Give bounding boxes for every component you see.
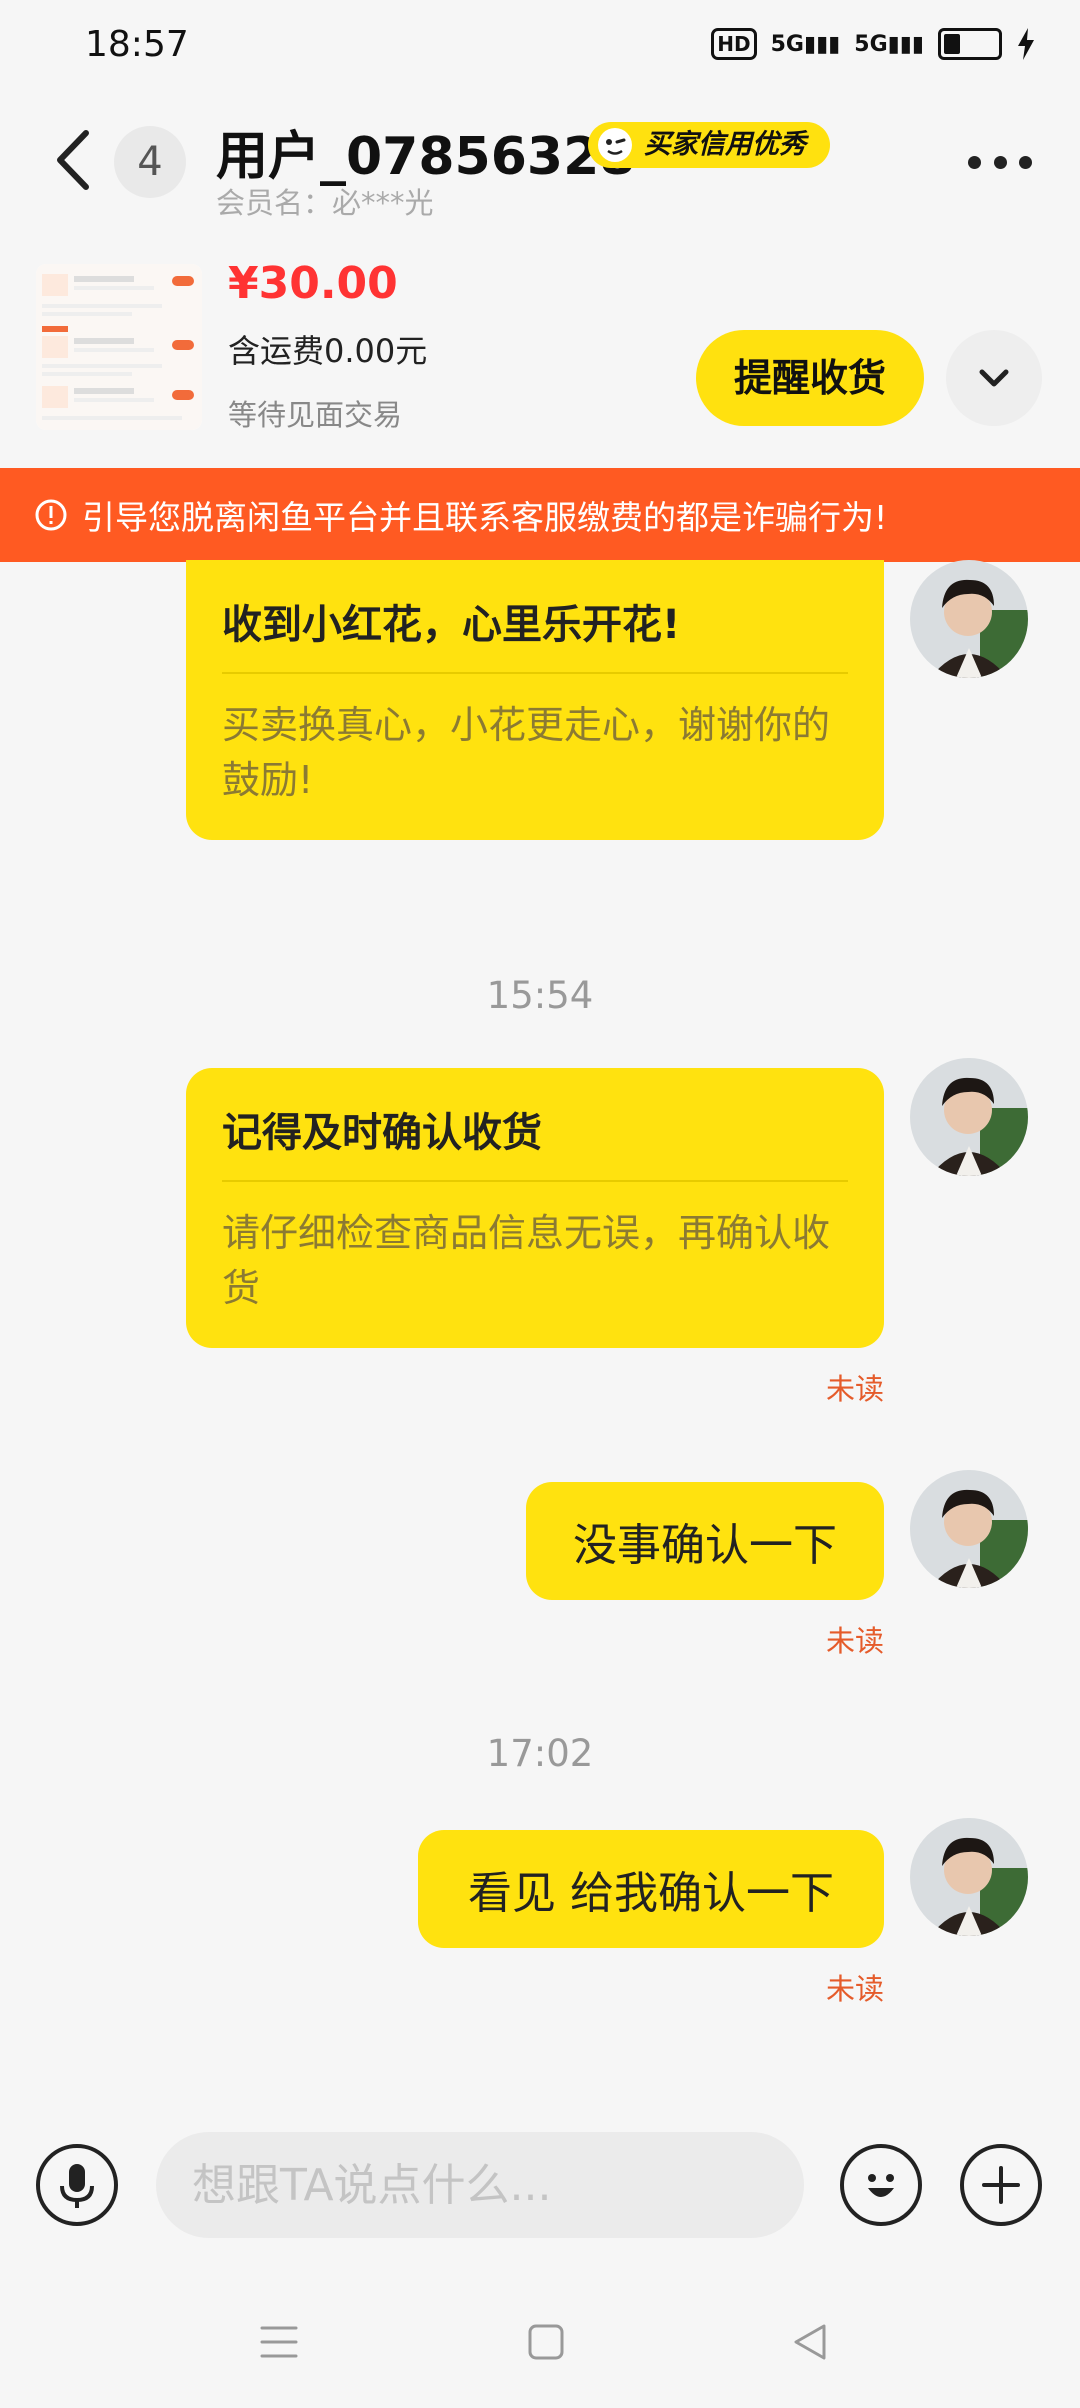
coupon-list-image xyxy=(36,264,202,430)
avatar[interactable] xyxy=(910,1470,1028,1588)
status-time: 18:57 xyxy=(85,24,189,65)
more-button[interactable] xyxy=(968,142,1032,182)
network-label: 5G xyxy=(770,31,804,57)
emoji-icon xyxy=(868,2174,894,2197)
credit-badge[interactable]: 买家信用优秀 xyxy=(588,122,830,168)
credit-badge-label: 买家信用优秀 xyxy=(644,129,806,160)
menu-nav-button[interactable] xyxy=(258,2322,300,2366)
mascot-icon xyxy=(598,128,632,162)
home-icon xyxy=(528,2324,564,2360)
fraud-warning-banner: 引导您脱离闲鱼平台并且联系客服缴费的都是诈骗行为! xyxy=(0,468,1080,562)
more-icon xyxy=(968,155,981,169)
message-text: 没事确认一下 xyxy=(573,1520,837,1571)
product-price: ¥30.00 xyxy=(228,258,398,309)
shipping-fee: 含运费0.00元 xyxy=(228,332,428,370)
read-status: 未读 xyxy=(826,1372,885,1406)
back-button[interactable] xyxy=(48,125,98,195)
back-nav-icon xyxy=(794,2324,826,2360)
back-nav-button[interactable] xyxy=(790,2320,830,2368)
message-card[interactable]: 收到小红花，心里乐开花! 买卖换真心，小花更走心，谢谢你的鼓励! xyxy=(186,560,884,840)
message-text: 看见 给我确认一下 xyxy=(468,1868,834,1919)
read-status: 未读 xyxy=(826,1624,885,1658)
card-description: 请仔细检查商品信息无误，再确认收货 xyxy=(222,1211,831,1310)
unread-count-badge: 4 xyxy=(114,126,186,198)
card-description: 买卖换真心，小花更走心，谢谢你的鼓励! xyxy=(222,703,831,802)
home-nav-button[interactable] xyxy=(526,2322,566,2366)
battery-icon xyxy=(938,28,1002,60)
message-bubble[interactable]: 没事确认一下 xyxy=(526,1482,884,1600)
status-icons: HD 5G▮▮▮ 5G▮▮▮ xyxy=(711,28,1036,60)
timestamp: 17:02 xyxy=(486,1732,594,1775)
expand-button[interactable] xyxy=(946,330,1042,426)
card-divider xyxy=(222,672,848,674)
avatar[interactable] xyxy=(910,560,1028,678)
warning-icon xyxy=(35,499,67,531)
warning-text: 引导您脱离闲鱼平台并且联系客服缴费的都是诈骗行为! xyxy=(82,498,888,537)
message-input[interactable] xyxy=(156,2132,804,2238)
member-name: 会员名：必***光 xyxy=(216,186,434,220)
network-label: 5G xyxy=(854,31,888,57)
avatar[interactable] xyxy=(910,1818,1028,1936)
avatar[interactable] xyxy=(910,1058,1028,1176)
card-divider xyxy=(222,1180,848,1182)
menu-icon xyxy=(260,2326,298,2358)
timestamp: 15:54 xyxy=(486,974,594,1017)
hd-indicator: HD xyxy=(711,28,757,60)
card-title: 收到小红花，心里乐开花! xyxy=(222,602,681,648)
charging-icon xyxy=(1018,28,1034,60)
remind-receipt-button[interactable]: 提醒收货 xyxy=(696,330,924,426)
back-icon xyxy=(57,130,89,190)
user-name: 用户_07856328 xyxy=(216,127,636,187)
message-bubble[interactable]: 看见 给我确认一下 xyxy=(418,1830,884,1948)
chevron-down-icon xyxy=(979,369,1009,387)
add-button[interactable] xyxy=(960,2144,1042,2226)
emoji-button[interactable] xyxy=(840,2144,922,2226)
product-thumbnail[interactable] xyxy=(36,264,202,430)
trade-status: 等待见面交易 xyxy=(228,398,403,432)
signal-icon: 5G▮▮▮ xyxy=(770,31,841,57)
read-status: 未读 xyxy=(826,1972,885,2006)
voice-button[interactable] xyxy=(36,2144,118,2226)
plus-icon xyxy=(982,2166,1020,2204)
card-title: 记得及时确认收货 xyxy=(222,1110,542,1156)
message-card[interactable]: 记得及时确认收货 请仔细检查商品信息无误，再确认收货 xyxy=(186,1068,884,1348)
microphone-icon xyxy=(60,2164,94,2208)
signal-icon: 5G▮▮▮ xyxy=(854,31,924,57)
